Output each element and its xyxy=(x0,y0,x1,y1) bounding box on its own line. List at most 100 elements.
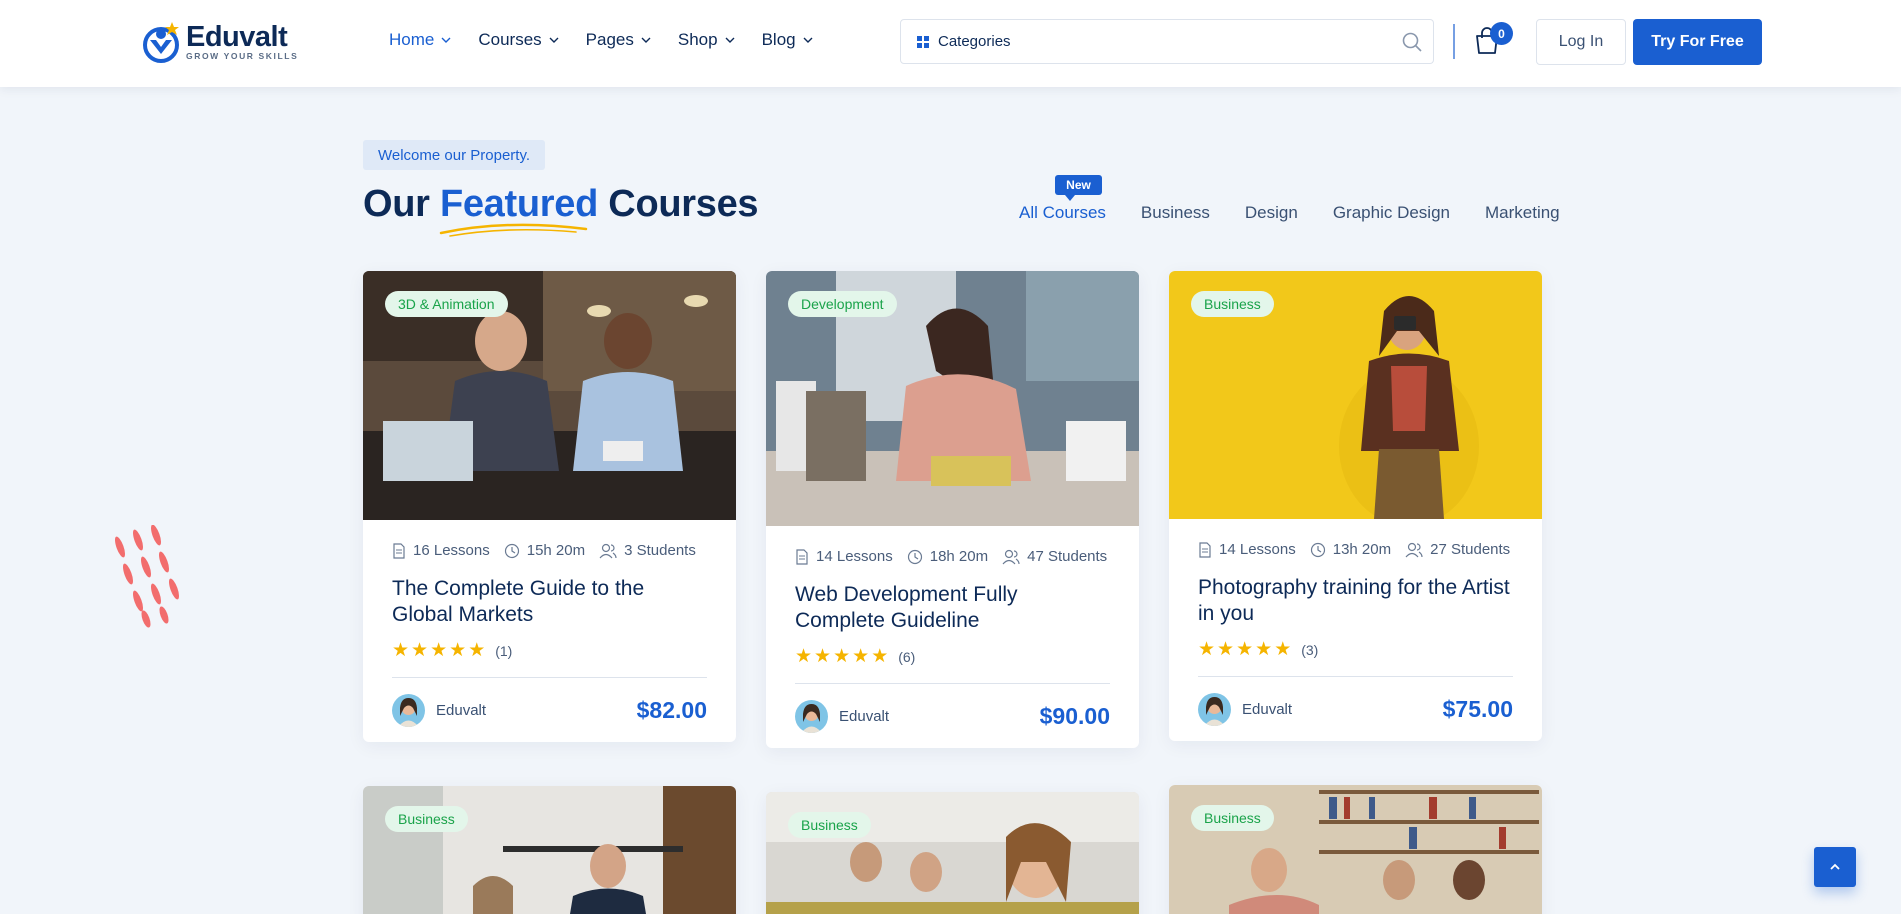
course-card[interactable]: Development 14 Lessons 18h 20m 47 Studen… xyxy=(766,271,1139,748)
nav-home-label: Home xyxy=(389,30,435,49)
course-card[interactable]: Business xyxy=(766,792,1139,914)
title-underline-decoration xyxy=(439,223,588,237)
filter-design[interactable]: Design xyxy=(1245,203,1298,223)
avatar xyxy=(795,699,828,733)
course-card[interactable]: Business xyxy=(1169,785,1542,914)
chevron-down-icon xyxy=(641,37,651,43)
students-count: 27 Students xyxy=(1430,541,1511,558)
clock-icon xyxy=(1310,542,1325,557)
course-category-tag[interactable]: Business xyxy=(1191,291,1274,317)
course-rating: ★ ★ ★ ★ ★ (3) xyxy=(1198,640,1513,659)
course-duration: 18h 20m xyxy=(929,548,989,565)
students-count: 47 Students xyxy=(1027,548,1108,565)
avatar xyxy=(392,693,425,727)
nav-shop[interactable]: Shop xyxy=(678,30,736,50)
lessons-icon xyxy=(1199,541,1211,558)
brand-logo[interactable]: Eduvalt GROW YOUR SKILLS xyxy=(142,20,298,64)
course-category-tag[interactable]: Business xyxy=(1191,805,1274,831)
lessons-count: 16 Lessons xyxy=(413,542,490,559)
title-post: Courses xyxy=(608,183,759,225)
filter-marketing[interactable]: Marketing xyxy=(1485,203,1560,223)
students-icon xyxy=(599,543,617,558)
chevron-down-icon xyxy=(725,37,735,43)
nav-pages[interactable]: Pages xyxy=(586,30,652,50)
brand-tagline: GROW YOUR SKILLS xyxy=(186,51,299,61)
categories-dropdown[interactable]: Categories xyxy=(900,19,1049,64)
filter-graphic-design[interactable]: Graphic Design xyxy=(1333,203,1450,223)
course-title[interactable]: The Complete Guide to the Global Markets xyxy=(392,576,707,628)
clock-icon xyxy=(504,543,519,558)
author-name: Eduvalt xyxy=(839,707,890,725)
course-title[interactable]: Photography training for the Artist in y… xyxy=(1198,575,1513,627)
course-thumbnail[interactable]: 3D & Animation xyxy=(363,271,736,520)
search-input[interactable] xyxy=(1048,20,1388,63)
brand-name: Eduvalt xyxy=(186,21,288,53)
nav-home[interactable]: Home xyxy=(389,30,452,50)
course-meta: 16 Lessons 15h 20m 3 Students xyxy=(392,542,707,559)
main-nav: Home Courses Pages Shop Blog xyxy=(389,30,840,50)
filter-business[interactable]: Business xyxy=(1141,203,1210,223)
title-highlight: Featured xyxy=(439,183,599,225)
review-count: (1) xyxy=(495,642,513,659)
course-author[interactable]: Eduvalt xyxy=(1198,692,1293,726)
course-thumbnail[interactable]: Business xyxy=(1169,785,1542,914)
try-for-free-button[interactable]: Try For Free xyxy=(1633,19,1762,65)
new-badge: New xyxy=(1055,175,1102,201)
logo-mark-icon xyxy=(143,22,179,63)
course-duration: 13h 20m xyxy=(1332,541,1392,558)
course-thumbnail[interactable]: Business xyxy=(766,792,1139,914)
nav-shop-label: Shop xyxy=(677,30,718,49)
scroll-to-top-button[interactable] xyxy=(1814,847,1856,887)
course-card[interactable]: Business xyxy=(363,786,736,914)
author-name: Eduvalt xyxy=(1242,700,1293,718)
course-thumbnail[interactable]: Development xyxy=(766,271,1139,526)
course-meta: 14 Lessons 18h 20m 47 Students xyxy=(795,548,1110,565)
lessons-icon xyxy=(796,548,808,565)
course-meta: 14 Lessons 13h 20m 27 Students xyxy=(1198,541,1513,558)
header-divider xyxy=(1453,24,1455,59)
course-image-students xyxy=(766,792,1139,914)
course-category-tag[interactable]: Business xyxy=(385,806,468,832)
section-kicker: Welcome our Property. xyxy=(363,140,545,170)
review-count: (3) xyxy=(1301,641,1319,658)
section-title: Our Featured Courses xyxy=(363,183,759,226)
review-count: (6) xyxy=(898,648,916,665)
grid-icon xyxy=(917,35,929,48)
course-rating: ★ ★ ★ ★ ★ (1) xyxy=(392,641,707,660)
nav-blog[interactable]: Blog xyxy=(762,30,814,50)
course-card[interactable]: 3D & Animation 16 Lessons 15h 20m 3 Stud… xyxy=(363,271,736,742)
course-category-tag[interactable]: 3D & Animation xyxy=(385,291,508,317)
chevron-down-icon xyxy=(441,37,451,43)
filter-all-courses[interactable]: All Courses xyxy=(1019,203,1106,223)
search-box xyxy=(1048,19,1434,64)
course-category-tag[interactable]: Business xyxy=(788,812,871,838)
author-name: Eduvalt xyxy=(436,701,487,719)
course-title[interactable]: Web Development Fully Complete Guideline xyxy=(795,582,1110,634)
chevron-up-icon xyxy=(1830,863,1840,870)
login-button[interactable]: Log In xyxy=(1536,19,1626,65)
lessons-count: 14 Lessons xyxy=(816,548,893,565)
students-count: 3 Students xyxy=(624,542,696,559)
course-price: $82.00 xyxy=(636,696,707,723)
course-price: $90.00 xyxy=(1039,702,1110,729)
clock-icon xyxy=(907,549,922,564)
avatar xyxy=(1198,692,1231,726)
categories-label: Categories xyxy=(938,33,1011,50)
course-price: $75.00 xyxy=(1442,695,1513,722)
search-icon[interactable] xyxy=(1401,31,1423,53)
students-icon xyxy=(1002,549,1020,564)
course-author[interactable]: Eduvalt xyxy=(795,699,890,733)
course-author[interactable]: Eduvalt xyxy=(392,693,487,727)
chevron-down-icon xyxy=(549,37,559,43)
course-thumbnail[interactable]: Business xyxy=(1169,271,1542,519)
chevron-down-icon xyxy=(803,37,813,43)
lessons-icon xyxy=(393,542,405,559)
course-thumbnail[interactable]: Business xyxy=(363,786,736,914)
course-duration: 15h 20m xyxy=(526,542,586,559)
course-category-tag[interactable]: Development xyxy=(788,291,897,317)
nav-courses[interactable]: Courses xyxy=(478,30,559,50)
star-rating-icon: ★ ★ ★ ★ ★ xyxy=(795,646,889,667)
title-pre: Our xyxy=(363,183,430,225)
nav-blog-label: Blog xyxy=(761,30,796,49)
course-card[interactable]: Business 14 Lessons 13h 20m 27 Students … xyxy=(1169,271,1542,741)
